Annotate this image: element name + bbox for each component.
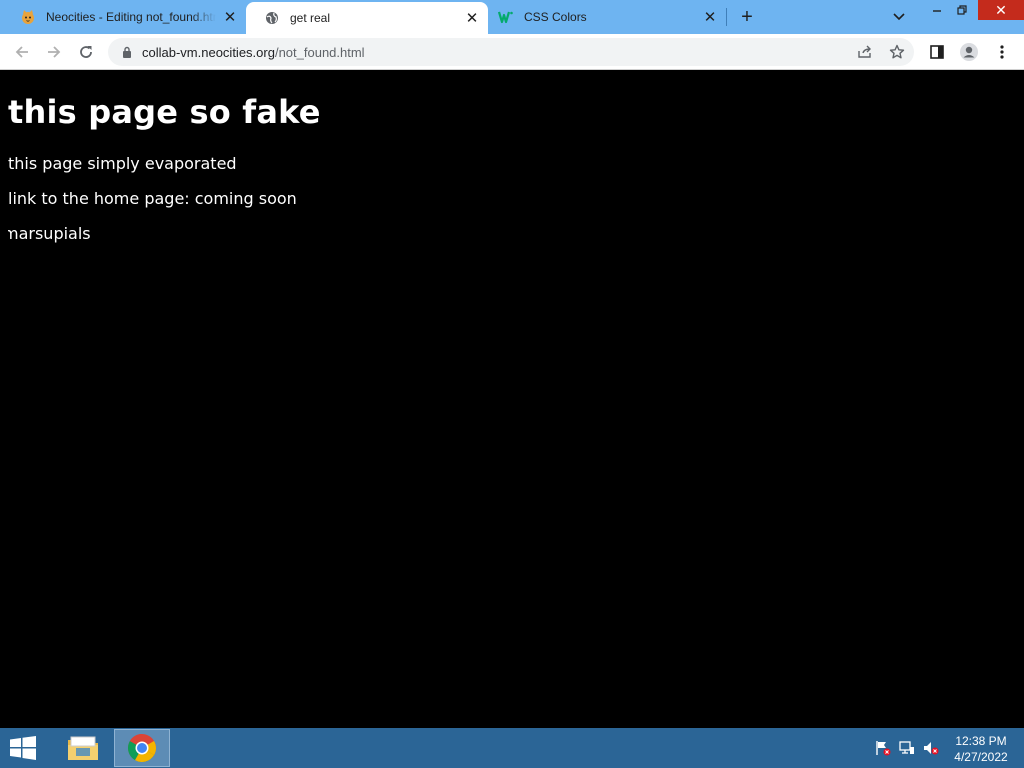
minimize-button[interactable] — [925, 0, 949, 20]
tab-title: get real — [290, 11, 331, 25]
new-tab-button[interactable]: + — [736, 7, 758, 27]
globe-icon — [264, 10, 280, 26]
taskbar-clock[interactable]: 12:38 PM 4/27/2022 — [948, 733, 1014, 765]
profile-avatar-icon[interactable] — [959, 42, 979, 62]
taskbar: 12:38 PM 4/27/2022 — [0, 728, 1024, 768]
restore-button[interactable] — [950, 0, 974, 20]
address-bar[interactable]: collab-vm.neocities.org/not_found.html — [108, 38, 914, 66]
chrome-icon[interactable] — [114, 729, 170, 767]
url-path: /not_found.html — [274, 44, 365, 60]
bookmark-star-icon[interactable] — [888, 44, 906, 60]
page-text-home-link: link to the home page: coming soon — [8, 189, 297, 208]
marquee-text: marsupials — [8, 224, 91, 243]
action-center-flag-icon[interactable] — [874, 740, 892, 756]
url-host: collab-vm.neocities.org — [142, 44, 275, 60]
page-text-evaporated: this page simply evaporated — [8, 154, 237, 173]
more-menu-icon[interactable] — [992, 42, 1012, 62]
w3schools-icon — [498, 9, 514, 25]
tab-css-colors[interactable]: CSS Colors ✕ — [488, 0, 726, 34]
tab-title: CSS Colors — [524, 10, 587, 24]
volume-muted-icon[interactable] — [922, 740, 940, 756]
close-icon[interactable]: ✕ — [464, 10, 480, 27]
side-panel-icon[interactable] — [927, 42, 947, 62]
marquee: marsupials — [8, 221, 108, 247]
tab-get-real[interactable]: get real ✕ — [246, 2, 488, 34]
close-icon[interactable]: ✕ — [222, 9, 238, 26]
tab-separator — [726, 8, 727, 26]
lock-icon[interactable] — [120, 45, 134, 59]
url-text: collab-vm.neocities.org/not_found.html — [142, 45, 365, 60]
clock-time: 12:38 PM — [955, 734, 1007, 748]
forward-arrow-icon[interactable] — [42, 40, 66, 64]
browser-toolbar: collab-vm.neocities.org/not_found.html — [0, 34, 1024, 70]
file-explorer-icon[interactable] — [55, 729, 111, 767]
reload-icon[interactable] — [74, 40, 98, 64]
tab-strip: Neocities - Editing not_found.html ✕ get… — [0, 0, 1024, 34]
web-page-content: this page so fake this page simply evapo… — [0, 71, 1024, 728]
clock-date: 4/27/2022 — [954, 750, 1008, 764]
network-icon[interactable] — [898, 740, 916, 756]
window-close-button[interactable]: ✕ — [978, 0, 1024, 20]
chevron-down-icon[interactable] — [890, 9, 908, 25]
back-arrow-icon[interactable] — [10, 40, 34, 64]
neocities-cat-icon — [20, 9, 36, 25]
tab-title: Neocities - Editing not_found.html — [46, 10, 216, 24]
close-icon[interactable]: ✕ — [702, 9, 718, 26]
share-icon[interactable] — [856, 44, 874, 60]
page-heading: this page so fake — [8, 93, 321, 131]
tab-neocities-editor[interactable]: Neocities - Editing not_found.html ✕ — [2, 0, 246, 34]
windows-start-icon[interactable] — [6, 734, 40, 762]
